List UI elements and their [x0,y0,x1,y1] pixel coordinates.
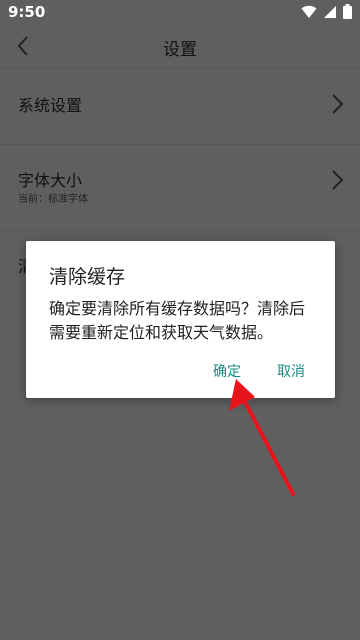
status-icons [301,4,352,19]
cancel-button[interactable]: 取消 [277,361,305,381]
settings-item-label: 字体大小 [18,171,83,190]
battery-icon [343,4,352,19]
signal-icon [324,5,336,18]
page-title: 设置 [163,40,197,60]
settings-item-label: 系统设置 [18,96,83,115]
settings-item-font-size[interactable]: 字体大小 当前：标准字体 [0,144,360,224]
dialog-message: 确定要清除所有缓存数据吗？清除后需要重新定位和获取天气数据。 [49,299,306,342]
clear-cache-dialog: 清除缓存 确定要清除所有缓存数据吗？清除后需要重新定位和获取天气数据。 确定 取… [26,241,335,398]
wifi-icon [301,5,317,18]
status-bar: 9:50 [0,0,360,24]
app-bar: 设置 [0,24,360,68]
dialog-title: 清除缓存 [49,266,126,288]
settings-item-subtitle: 当前：标准字体 [18,194,88,205]
settings-item-system[interactable]: 系统设置 [0,68,360,138]
confirm-button[interactable]: 确定 [213,361,241,381]
chevron-right-icon [332,94,344,114]
chevron-right-icon [332,170,344,190]
status-time: 9:50 [8,3,46,21]
